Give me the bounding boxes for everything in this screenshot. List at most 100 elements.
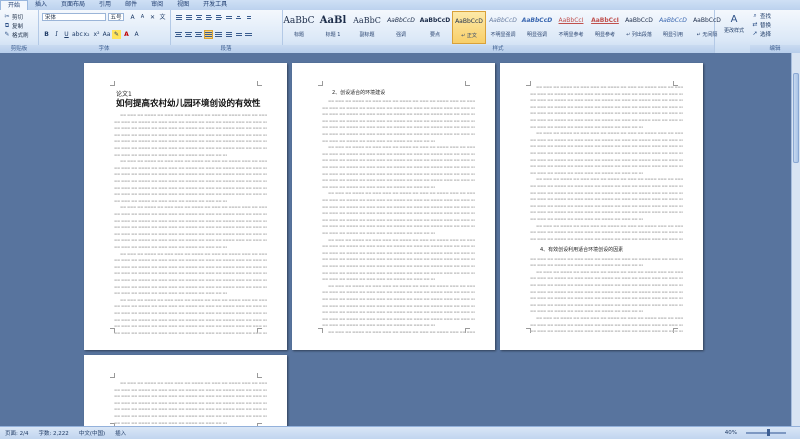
page-indicator[interactable]: 页面: 2/4 <box>0 429 33 437</box>
align-left-icon[interactable] <box>174 30 183 39</box>
body-text-line: ▬▬ ▬▬▬ ▬▬ ▬▬▬▬ ▬▬ ▬▬▬ ▬▬▬ ▬▬ ▬▬▬▬ ▬▬ ▬▬▬… <box>114 165 267 170</box>
style-intense-reference[interactable]: AaBbCcI 明显参考 <box>588 11 622 44</box>
body-text-line: ▬▬ ▬▬▬ ▬▬ ▬▬▬▬ ▬▬ ▬▬▬ ▬▬▬ ▬▬ ▬▬▬▬ ▬▬ ▬▬▬… <box>120 381 267 385</box>
body-text-line: ▬▬ ▬▬▬ ▬▬ ▬▬▬▬ ▬▬ ▬▬▬ ▬▬▬ ▬▬ ▬▬▬▬ ▬▬ ▬▬▬… <box>322 138 435 143</box>
show-marks-icon[interactable] <box>244 13 253 22</box>
tab-view[interactable]: 视图 <box>170 0 196 10</box>
bold-button[interactable]: B <box>42 30 51 39</box>
style-intense-quote[interactable]: AaBbCcD 明显引用 <box>656 11 690 44</box>
body-text-line: ▬▬ ▬▬▬ ▬▬ ▬▬▬▬ ▬▬ ▬▬▬ ▬▬▬ ▬▬ ▬▬▬▬ ▬▬ ▬▬▬… <box>530 184 683 188</box>
vertical-scrollbar[interactable] <box>791 53 800 426</box>
copy-button[interactable]: ⧉ 复制 <box>4 22 23 31</box>
body-text-line: ▬▬ ▬▬▬ ▬▬ ▬▬▬▬ ▬▬ ▬▬▬ ▬▬▬ ▬▬ ▬▬▬▬ ▬▬ ▬▬▬… <box>322 132 475 136</box>
style-heading1[interactable]: AaBl 标题 1 <box>316 11 350 44</box>
body-text-line: ▬▬ ▬▬▬ ▬▬ ▬▬▬▬ ▬▬ ▬▬▬ ▬▬▬ ▬▬ ▬▬▬▬ ▬▬ ▬▬▬… <box>530 91 683 96</box>
phonetic-icon[interactable]: 文 <box>158 13 167 22</box>
tab-home[interactable]: 开始 <box>0 0 29 10</box>
shading-icon[interactable] <box>234 30 243 39</box>
body-text-line: ▬▬ ▬▬▬ ▬▬ ▬▬▬▬ ▬▬ ▬▬▬ ▬▬▬ ▬▬ ▬▬▬▬ ▬▬ ▬▬▬… <box>322 257 475 262</box>
body-text-line: ▬▬ ▬▬▬ ▬▬ ▬▬▬▬ ▬▬ ▬▬▬ ▬▬▬ ▬▬ ▬▬▬▬ ▬▬ ▬▬▬… <box>114 132 267 137</box>
body-text-line: ▬▬ ▬▬▬ ▬▬ ▬▬▬▬ ▬▬ ▬▬▬ ▬▬▬ ▬▬ ▬▬▬▬ ▬▬ ▬▬▬… <box>114 420 227 425</box>
word-count[interactable]: 字数: 2,222 <box>33 429 73 437</box>
line-spacing-icon[interactable] <box>224 30 233 39</box>
body-text-line: ▬▬ ▬▬▬ ▬▬ ▬▬▬▬ ▬▬ ▬▬▬ ▬▬▬ ▬▬ ▬▬▬▬ ▬▬ ▬▬▬… <box>530 210 683 215</box>
page-2[interactable]: 2、创设适合的环境建设 ▬▬ ▬▬▬ ▬▬ ▬▬▬▬ ▬▬ ▬▬▬ ▬▬▬ ▬▬… <box>292 63 495 350</box>
body-text-line: ▬▬ ▬▬▬ ▬▬ ▬▬▬▬ ▬▬ ▬▬▬ ▬▬▬ ▬▬ ▬▬▬▬ ▬▬ ▬▬▬… <box>530 151 683 155</box>
style-subtle-emphasis[interactable]: AaBbCcD 不明显强调 <box>486 11 520 44</box>
align-right-icon[interactable] <box>194 30 203 39</box>
body-text-line: ▬▬ ▬▬▬ ▬▬ ▬▬▬▬ ▬▬ ▬▬▬ ▬▬▬ ▬▬ ▬▬▬▬ ▬▬ ▬▬▬… <box>114 126 267 131</box>
tab-mailings[interactable]: 邮件 <box>118 0 144 10</box>
underline-button[interactable]: U <box>62 30 71 39</box>
page-3[interactable]: 4、有效创设利用适合环境创设的因素 ▬▬ ▬▬▬ ▬▬ ▬▬▬▬ ▬▬ ▬▬▬ … <box>500 63 703 350</box>
body-text-line: ▬▬ ▬▬▬ ▬▬ ▬▬▬▬ ▬▬ ▬▬▬ ▬▬▬ ▬▬ ▬▬▬▬ ▬▬ ▬▬▬… <box>530 104 683 109</box>
superscript-button[interactable]: x² <box>92 30 101 39</box>
change-case-button[interactable]: Aa <box>102 30 111 39</box>
style-emphasis[interactable]: AaBbCcD 强调 <box>384 11 418 44</box>
body-text-line: ▬▬ ▬▬▬ ▬▬ ▬▬▬▬ ▬▬ ▬▬▬ ▬▬▬ ▬▬ ▬▬▬▬ ▬▬ ▬▬▬… <box>328 330 475 334</box>
clear-format-icon[interactable]: ✕ <box>148 13 157 22</box>
style-strong[interactable]: AaBbCcD 要点 <box>418 11 452 44</box>
body-text-line: ▬▬ ▬▬▬ ▬▬ ▬▬▬▬ ▬▬ ▬▬▬ ▬▬▬ ▬▬ ▬▬▬▬ ▬▬ ▬▬▬… <box>114 271 267 276</box>
decrease-indent-icon[interactable] <box>204 13 213 22</box>
increase-indent-icon[interactable] <box>214 13 223 22</box>
style-subtitle[interactable]: AaBbC 副标题 <box>350 11 384 44</box>
page-4[interactable]: ▬▬ ▬▬▬ ▬▬ ▬▬▬▬ ▬▬ ▬▬▬ ▬▬▬ ▬▬ ▬▬▬▬ ▬▬ ▬▬▬… <box>84 355 287 426</box>
tab-review[interactable]: 审阅 <box>144 0 170 10</box>
body-text-line: ▬▬ ▬▬▬ ▬▬ ▬▬▬▬ ▬▬ ▬▬▬ ▬▬▬ ▬▬ ▬▬▬▬ ▬▬ ▬▬▬… <box>114 407 267 412</box>
style-subtle-reference[interactable]: AaBbCcI 不明显参考 <box>554 11 588 44</box>
italic-button[interactable]: I <box>52 30 61 39</box>
style-normal[interactable]: AaBbCcD ↵ 正文 <box>452 11 486 44</box>
multilevel-list-icon[interactable] <box>194 13 203 22</box>
tab-references[interactable]: 引用 <box>92 0 118 10</box>
body-text-line: ▬▬ ▬▬▬ ▬▬ ▬▬▬▬ ▬▬ ▬▬▬ ▬▬▬ ▬▬ ▬▬▬▬ ▬▬ ▬▬▬… <box>322 217 475 222</box>
crop-mark <box>110 81 115 86</box>
document-area[interactable]: 论文1 如何提高农村幼儿园环境创设的有效性 ▬▬ ▬▬▬ ▬▬ ▬▬▬▬ ▬▬ … <box>0 53 800 426</box>
insert-mode[interactable]: 插入 <box>110 429 131 437</box>
chinese-layout-icon[interactable] <box>224 13 233 22</box>
page-1[interactable]: 论文1 如何提高农村幼儿园环境创设的有效性 ▬▬ ▬▬▬ ▬▬ ▬▬▬▬ ▬▬ … <box>84 63 287 350</box>
styles-group-label: 样式 <box>282 45 714 53</box>
sort-icon[interactable] <box>234 13 243 22</box>
scrollbar-thumb[interactable] <box>793 73 799 163</box>
style-intense-emphasis[interactable]: AaBbCcD 明显强调 <box>520 11 554 44</box>
body-text-line: ▬▬ ▬▬▬ ▬▬ ▬▬▬▬ ▬▬ ▬▬▬ ▬▬▬ ▬▬ ▬▬▬▬ ▬▬ ▬▬▬… <box>536 85 683 89</box>
crop-mark <box>318 81 323 86</box>
distributed-icon[interactable] <box>214 30 223 39</box>
zoom-slider-thumb[interactable] <box>767 429 770 436</box>
strikethrough-button[interactable]: abc <box>72 30 83 39</box>
align-center-icon[interactable] <box>184 30 193 39</box>
font-color-button[interactable]: A <box>122 30 131 39</box>
justify-icon[interactable] <box>204 30 213 39</box>
body-text-line: ▬▬ ▬▬▬ ▬▬ ▬▬▬▬ ▬▬ ▬▬▬ ▬▬▬ ▬▬ ▬▬▬▬ ▬▬ ▬▬▬… <box>114 225 267 230</box>
bullets-icon[interactable] <box>174 13 183 22</box>
body-text-line: ▬▬ ▬▬▬ ▬▬ ▬▬▬▬ ▬▬ ▬▬▬ ▬▬▬ ▬▬ ▬▬▬▬ ▬▬ ▬▬▬… <box>322 310 475 315</box>
language-indicator[interactable]: 中文(中国) <box>74 429 110 437</box>
body-text-line: ▬▬ ▬▬▬ ▬▬ ▬▬▬▬ ▬▬ ▬▬▬ ▬▬▬ ▬▬ ▬▬▬▬ ▬▬ ▬▬▬… <box>114 264 267 269</box>
tab-developer[interactable]: 开发工具 <box>196 0 234 10</box>
borders-icon[interactable] <box>244 30 253 39</box>
font-name-input[interactable]: 宋体 <box>42 13 106 21</box>
subscript-button[interactable]: x₂ <box>82 30 91 39</box>
tab-page-layout[interactable]: 页面布局 <box>54 0 92 10</box>
grow-font-icon[interactable]: A <box>128 13 137 22</box>
body-text-line: ▬▬ ▬▬▬ ▬▬ ▬▬▬▬ ▬▬ ▬▬▬ ▬▬▬ ▬▬ ▬▬▬▬ ▬▬ ▬▬▬… <box>114 198 227 203</box>
style-list-paragraph[interactable]: AaBbCcD ↵ 列出段落 <box>622 11 656 44</box>
tab-insert[interactable]: 插入 <box>28 0 54 10</box>
font-group: 宋体 五号 A A ✕ 文 B I U abc x₂ x² Aa ✎ A A 字… <box>38 10 171 53</box>
ribbon-tab-bar: 开始 插入 页面布局 引用 邮件 审阅 视图 开发工具 <box>0 0 800 10</box>
cut-button[interactable]: ✂ 剪切 <box>4 13 23 22</box>
numbering-icon[interactable] <box>184 13 193 22</box>
shrink-font-icon[interactable]: A <box>138 13 147 22</box>
zoom-slider[interactable] <box>746 432 786 434</box>
highlight-button[interactable]: ✎ <box>112 30 121 39</box>
font-size-input[interactable]: 五号 <box>108 13 124 21</box>
change-styles-button[interactable]: A 更改样式 <box>718 13 750 34</box>
body-text-line: ▬▬ ▬▬▬ ▬▬ ▬▬▬▬ ▬▬ ▬▬▬ ▬▬▬ ▬▬ ▬▬▬▬ ▬▬ ▬▬▬… <box>328 145 475 150</box>
char-border-button[interactable]: A <box>132 30 141 39</box>
paragraph-group: 段落 <box>170 10 283 53</box>
zoom-level[interactable]: 40% <box>720 430 742 436</box>
style-title[interactable]: AaBbC 标题 <box>282 11 316 44</box>
format-painter-button[interactable]: ✎ 格式刷 <box>4 31 28 40</box>
body-text-line: ▬▬ ▬▬▬ ▬▬ ▬▬▬▬ ▬▬ ▬▬▬ ▬▬▬ ▬▬ ▬▬▬▬ ▬▬ ▬▬▬… <box>114 231 267 236</box>
